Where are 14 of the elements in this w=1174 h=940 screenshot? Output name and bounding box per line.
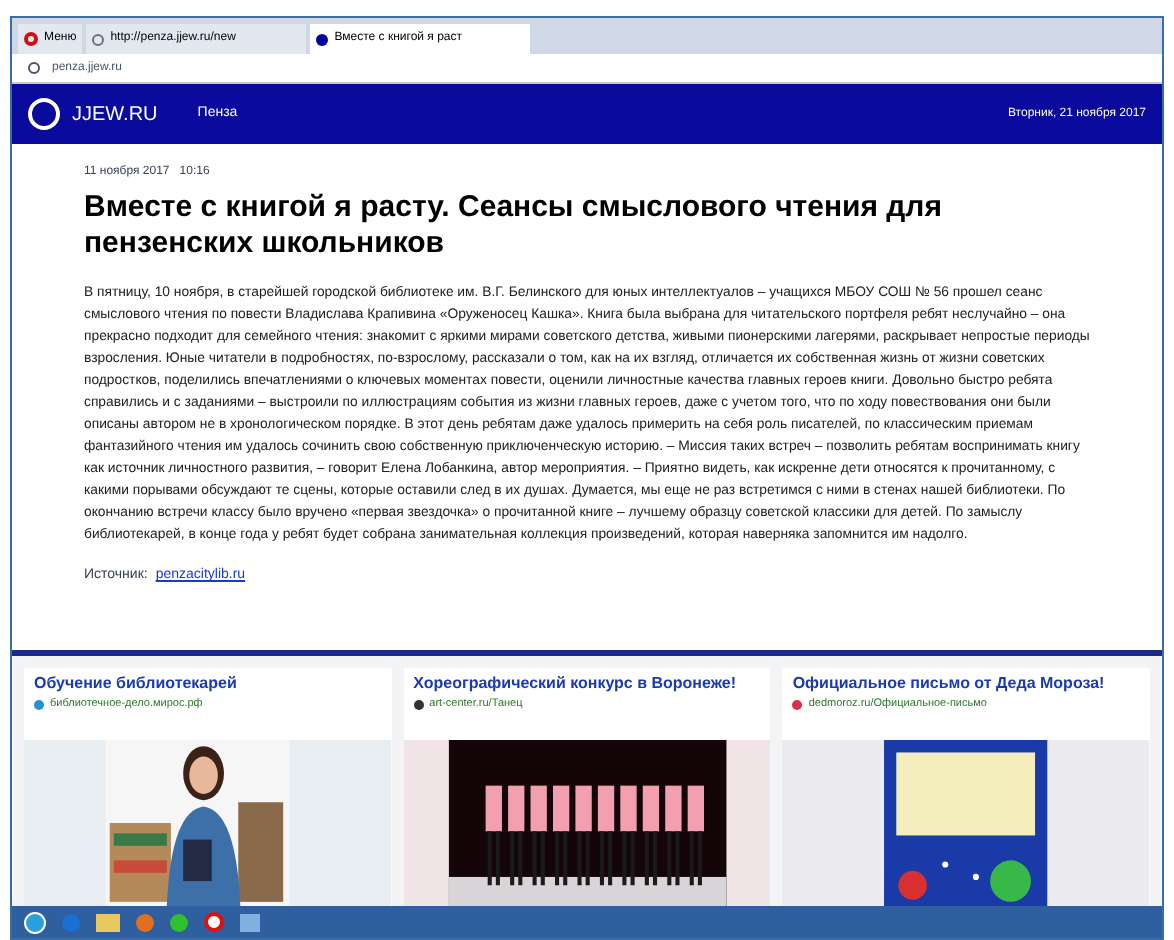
start-icon[interactable]: [24, 911, 46, 933]
article-title: Вместе с книгой я расту. Сеансы смыслового чтения для пензенских школьников: [84, 190, 944, 262]
logo-icon: [28, 98, 60, 130]
reload-icon[interactable]: [28, 62, 40, 74]
ad-title[interactable]: Хореографический конкурс в Воронеже!: [413, 674, 761, 692]
opera-icon: [24, 32, 38, 46]
site-logo[interactable]: JJEW.RU: [72, 99, 158, 129]
folder-icon[interactable]: [96, 913, 120, 931]
ad-title[interactable]: Официальное письмо от Деда Мороза!: [792, 674, 1140, 692]
window-icon[interactable]: [240, 913, 260, 931]
tab-icon: [316, 33, 329, 45]
tab-icon: [92, 33, 105, 45]
ad-title[interactable]: Обучение библиотекарей: [34, 674, 382, 692]
opera-icon[interactable]: [204, 912, 224, 932]
